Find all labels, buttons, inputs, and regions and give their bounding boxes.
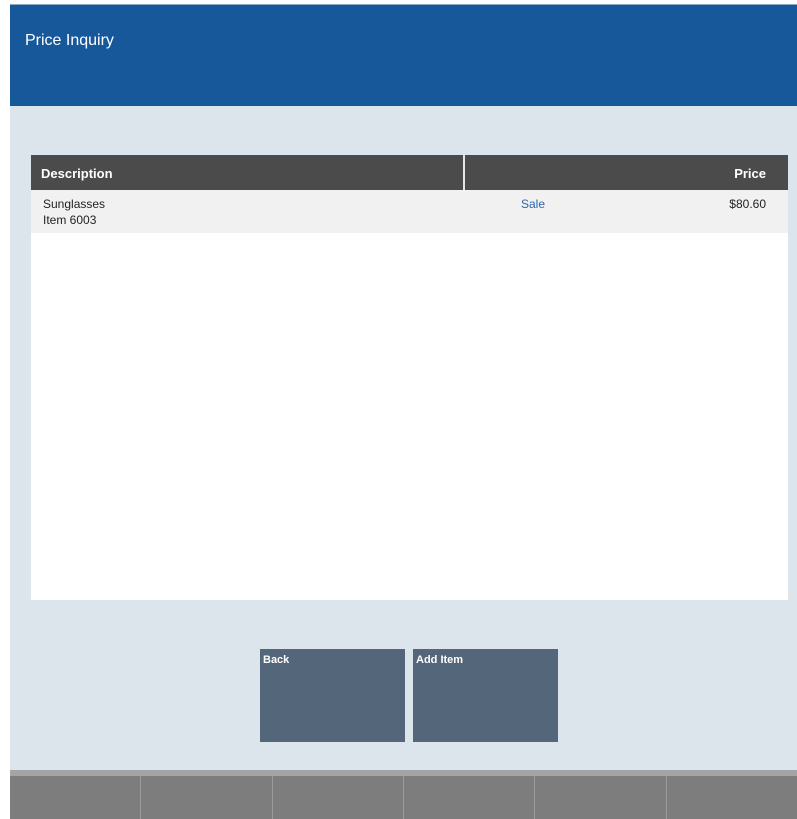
function-key-1[interactable]	[10, 776, 142, 819]
function-key-bar	[10, 770, 797, 819]
column-divider	[463, 155, 465, 190]
page-title: Price Inquiry	[25, 32, 114, 49]
add-item-button[interactable]: Add Item	[413, 649, 558, 742]
item-number: Item 6003	[43, 213, 97, 227]
function-key-5[interactable]	[535, 776, 667, 819]
item-price: $80.60	[729, 197, 766, 211]
back-button[interactable]: Back	[260, 649, 405, 742]
function-key-2[interactable]	[141, 776, 273, 819]
function-key-4[interactable]	[404, 776, 536, 819]
table-header: Description Price	[31, 155, 788, 190]
sale-link[interactable]: Sale	[521, 197, 545, 211]
column-header-description: Description	[41, 166, 113, 181]
function-key-3[interactable]	[273, 776, 404, 819]
item-table: Description Price Sunglasses Item 6003 S…	[31, 155, 788, 600]
function-key-6[interactable]	[667, 776, 797, 819]
column-header-price: Price	[734, 166, 766, 181]
title-bar: Price Inquiry	[10, 4, 797, 106]
price-inquiry-screen: Price Inquiry Description Price Sunglass…	[10, 4, 797, 819]
table-row[interactable]: Sunglasses Item 6003 Sale $80.60	[31, 190, 788, 233]
item-description: Sunglasses	[43, 197, 106, 211]
